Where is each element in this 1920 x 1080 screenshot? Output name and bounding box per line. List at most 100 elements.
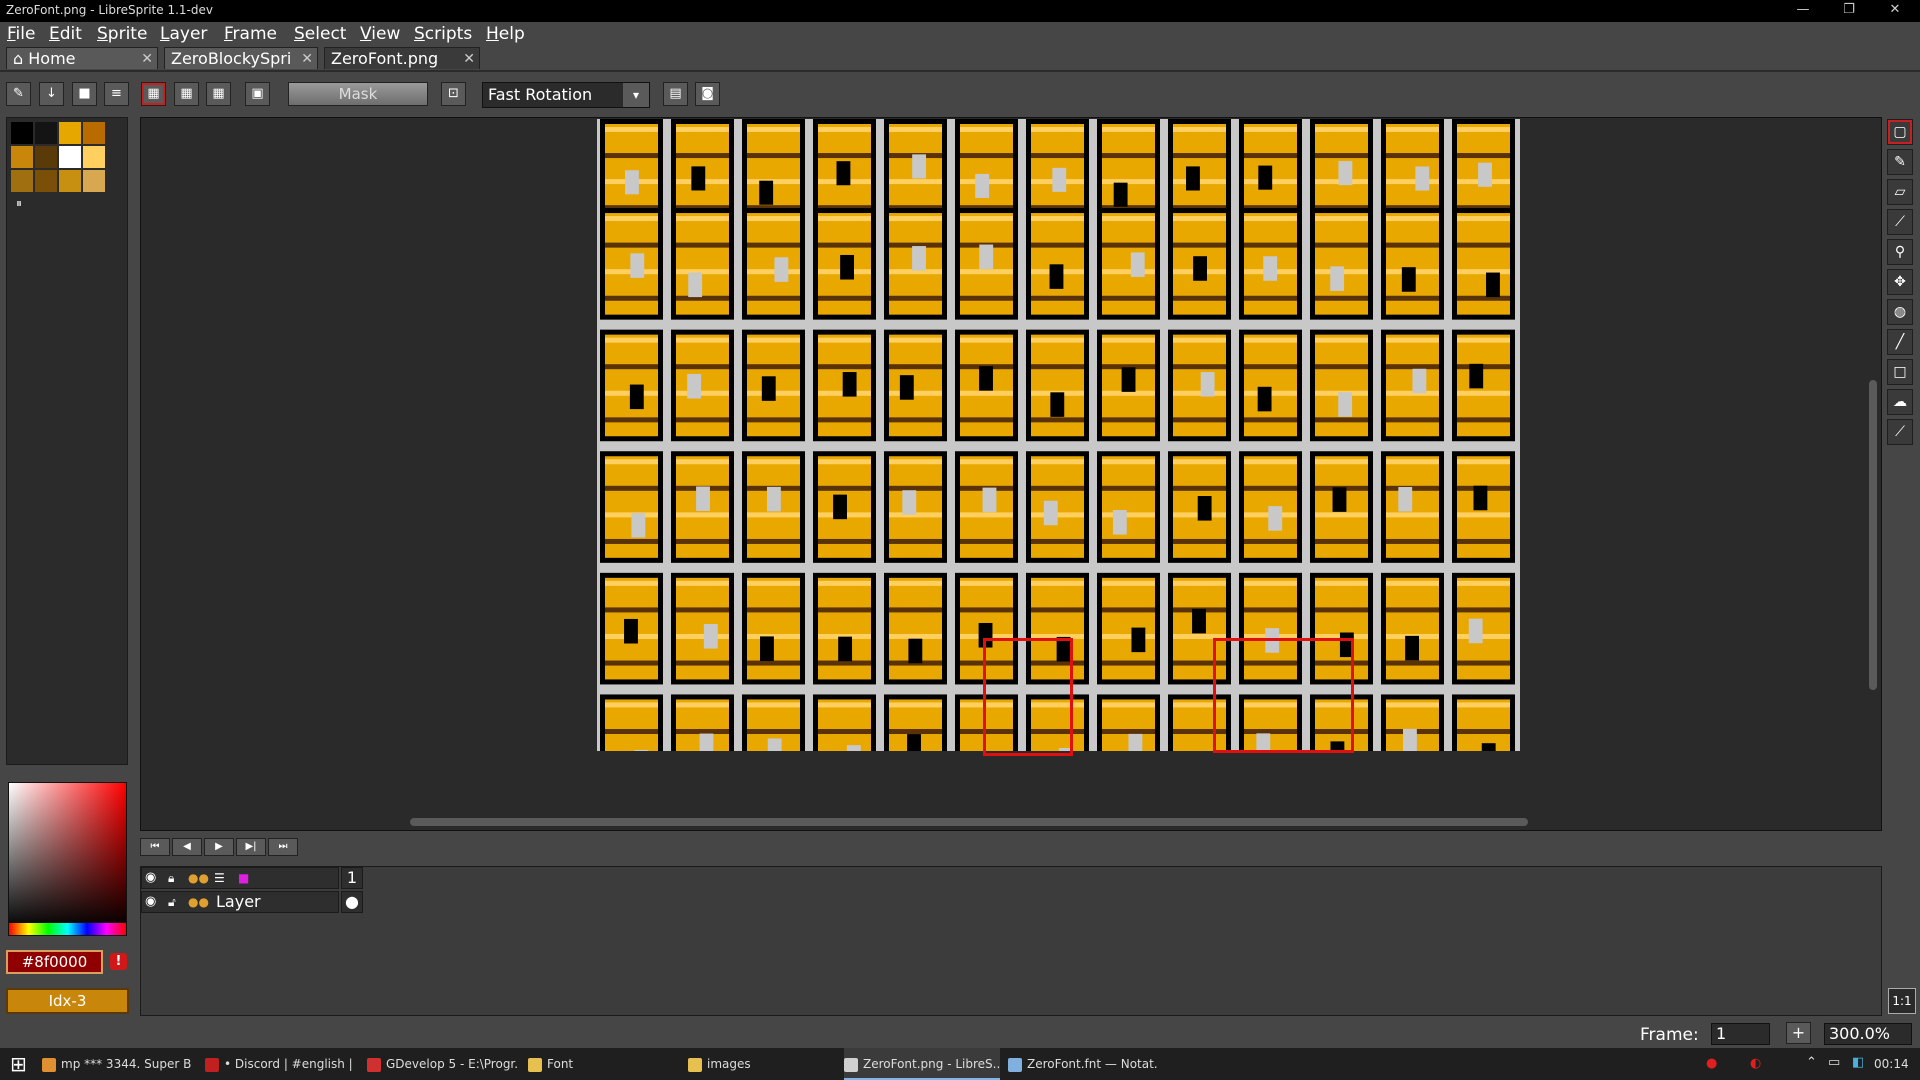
lock-icon[interactable]: ▤ bbox=[663, 82, 688, 106]
font-glyph bbox=[742, 572, 805, 685]
onion-skin-icon[interactable]: ●● bbox=[188, 892, 209, 912]
layer-row[interactable]: ◉ 🔓︎ ●● Layer bbox=[141, 891, 339, 913]
maximize-button[interactable]: ❐ bbox=[1826, 0, 1872, 22]
close-icon[interactable]: ✕ bbox=[301, 48, 313, 69]
menu-edit[interactable]: Edit bbox=[49, 24, 82, 44]
palette-swatch[interactable] bbox=[35, 146, 57, 168]
tab-zerofont[interactable]: ZeroFont.png ✕ bbox=[324, 47, 480, 69]
line-icon[interactable]: ╱ bbox=[1887, 329, 1913, 355]
frame-input[interactable]: 1 bbox=[1711, 1023, 1770, 1045]
lock-icon[interactable]: 🔒︎ bbox=[168, 868, 174, 888]
volume-icon[interactable]: ◧ bbox=[1852, 1055, 1864, 1070]
close-icon[interactable]: ✕ bbox=[141, 48, 153, 69]
next-frame-button[interactable]: ▶| bbox=[236, 838, 266, 856]
palette-swatch[interactable] bbox=[59, 122, 81, 144]
stop-icon[interactable]: ■ bbox=[72, 82, 97, 106]
taskbar-item[interactable]: Font bbox=[528, 1048, 678, 1080]
minimize-button[interactable]: — bbox=[1780, 0, 1826, 22]
contour-icon[interactable]: ☁ bbox=[1887, 389, 1913, 415]
eraser-icon[interactable]: ▱ bbox=[1887, 179, 1913, 205]
last-frame-button[interactable]: ⏭ bbox=[268, 838, 298, 856]
horizontal-scrollbar[interactable] bbox=[410, 818, 1528, 826]
hue-slider[interactable] bbox=[8, 922, 127, 936]
rotation-algorithm-select[interactable]: Fast Rotation ▾ bbox=[482, 82, 650, 108]
layer-header: ◉ 🔒︎ ●● ☰ ■ bbox=[141, 867, 339, 889]
pencil-icon[interactable]: ✎ bbox=[1887, 149, 1913, 175]
frame-header[interactable]: 1 bbox=[341, 867, 363, 889]
palette-swatch[interactable] bbox=[83, 170, 105, 192]
move-icon[interactable]: ✥ bbox=[1887, 269, 1913, 295]
eye-icon[interactable]: ◉ bbox=[145, 892, 156, 912]
palette-swatch[interactable] bbox=[83, 122, 105, 144]
add-selection-icon[interactable]: ▦ bbox=[174, 82, 199, 106]
taskbar-item[interactable]: • Discord | #english | ... bbox=[205, 1048, 355, 1080]
palette-swatch[interactable] bbox=[83, 146, 105, 168]
taskbar-item[interactable]: ZeroFont.fnt — Notat... bbox=[1008, 1048, 1158, 1080]
vertical-scrollbar[interactable] bbox=[1869, 380, 1877, 690]
play-button[interactable]: ▶ bbox=[204, 838, 234, 856]
layer-options-icon[interactable]: ☰ bbox=[214, 868, 225, 888]
eye-icon[interactable]: ◉ bbox=[145, 868, 156, 888]
menu-help[interactable]: Help bbox=[486, 24, 525, 44]
tray-icon[interactable]: ◐ bbox=[1750, 1056, 1761, 1071]
close-window-button[interactable]: ✕ bbox=[1872, 0, 1918, 22]
palette-swatch[interactable] bbox=[11, 122, 33, 144]
close-icon[interactable]: ✕ bbox=[463, 48, 475, 69]
palette-swatch[interactable] bbox=[11, 146, 33, 168]
background-color-button[interactable]: Idx-3 bbox=[6, 988, 129, 1014]
palette-swatch[interactable] bbox=[35, 170, 57, 192]
add-frame-button[interactable]: + bbox=[1786, 1022, 1811, 1044]
menu-file[interactable]: File bbox=[7, 24, 35, 44]
menu-layer[interactable]: Layer bbox=[160, 24, 207, 44]
menu-view[interactable]: View bbox=[360, 24, 400, 44]
menu-scripts[interactable]: Scripts bbox=[414, 24, 472, 44]
tab-zeroblockysprite[interactable]: ZeroBlockySpri ✕ bbox=[164, 47, 318, 69]
eyedropper-icon[interactable]: ⟋ bbox=[1887, 209, 1913, 235]
replace-selection-icon[interactable]: ▦ bbox=[141, 82, 166, 106]
lock-icon[interactable]: 🔓︎ bbox=[168, 892, 176, 912]
palette-swatch[interactable] bbox=[11, 170, 33, 192]
chevron-down-icon[interactable]: ▾ bbox=[623, 83, 649, 107]
taskbar-item[interactable]: images bbox=[688, 1048, 838, 1080]
download-icon[interactable]: ↓ bbox=[39, 82, 64, 106]
palette-swatch[interactable] bbox=[59, 146, 81, 168]
palette-options-icon[interactable]: ⏸ bbox=[16, 196, 22, 211]
menu-frame[interactable]: Frame bbox=[224, 24, 277, 44]
tray-icon[interactable]: ● bbox=[1706, 1056, 1717, 1071]
rectangle-icon[interactable]: □ bbox=[1887, 359, 1913, 385]
palette-swatch[interactable] bbox=[35, 122, 57, 144]
list-icon[interactable]: ≡ bbox=[104, 82, 129, 106]
network-icon[interactable]: ▭ bbox=[1828, 1055, 1840, 1070]
menu-sprite[interactable]: Sprite bbox=[97, 24, 147, 44]
clock[interactable]: 00:14 bbox=[1874, 1057, 1909, 1071]
show-hidden-icons[interactable]: ⌃ bbox=[1806, 1055, 1817, 1070]
blur-icon[interactable]: ⟋ bbox=[1887, 419, 1913, 445]
pencil-mode-icon[interactable]: ✎ bbox=[6, 82, 31, 106]
taskbar-item[interactable]: GDevelop 5 - E:\Progr... bbox=[367, 1048, 517, 1080]
font-glyph bbox=[813, 694, 876, 751]
warning-icon[interactable]: ! bbox=[110, 953, 127, 970]
link-icon[interactable]: ◙ bbox=[695, 82, 720, 106]
cel-icon[interactable]: ● bbox=[341, 891, 363, 913]
rect-marquee-icon[interactable]: ▢ bbox=[1887, 119, 1913, 145]
zoom-icon[interactable]: ⚲ bbox=[1887, 239, 1913, 265]
zoom-input[interactable]: 300.0% bbox=[1824, 1023, 1912, 1045]
zoom-one-to-one-button[interactable]: 1:1 bbox=[1888, 988, 1916, 1014]
previous-frame-button[interactable]: ◀ bbox=[172, 838, 202, 856]
transparent-icon[interactable]: ▣ bbox=[245, 82, 270, 106]
mask-color-button[interactable]: Mask bbox=[288, 82, 428, 106]
pivot-icon[interactable]: ⊡ bbox=[441, 82, 466, 106]
color-picker[interactable] bbox=[8, 782, 127, 930]
first-frame-button[interactable]: ⏮ bbox=[140, 838, 170, 856]
taskbar-item[interactable]: mp *** 3344. Super B... bbox=[42, 1048, 192, 1080]
windows-start-icon[interactable]: ⊞ bbox=[10, 1052, 27, 1076]
subtract-selection-icon[interactable]: ▦ bbox=[206, 82, 231, 106]
onion-skin-icon[interactable]: ●● bbox=[188, 868, 209, 888]
palette-swatch[interactable] bbox=[59, 170, 81, 192]
foreground-color-button[interactable]: #8f0000 bbox=[6, 950, 103, 974]
cel-color-icon[interactable]: ■ bbox=[238, 868, 249, 888]
tab-home[interactable]: ⌂ Home ✕ bbox=[6, 47, 158, 69]
taskbar-item-active[interactable]: ZeroFont.png - LibreS... bbox=[844, 1048, 1000, 1080]
paint-bucket-icon[interactable]: ◍ bbox=[1887, 299, 1913, 325]
menu-select[interactable]: Select bbox=[294, 24, 346, 44]
